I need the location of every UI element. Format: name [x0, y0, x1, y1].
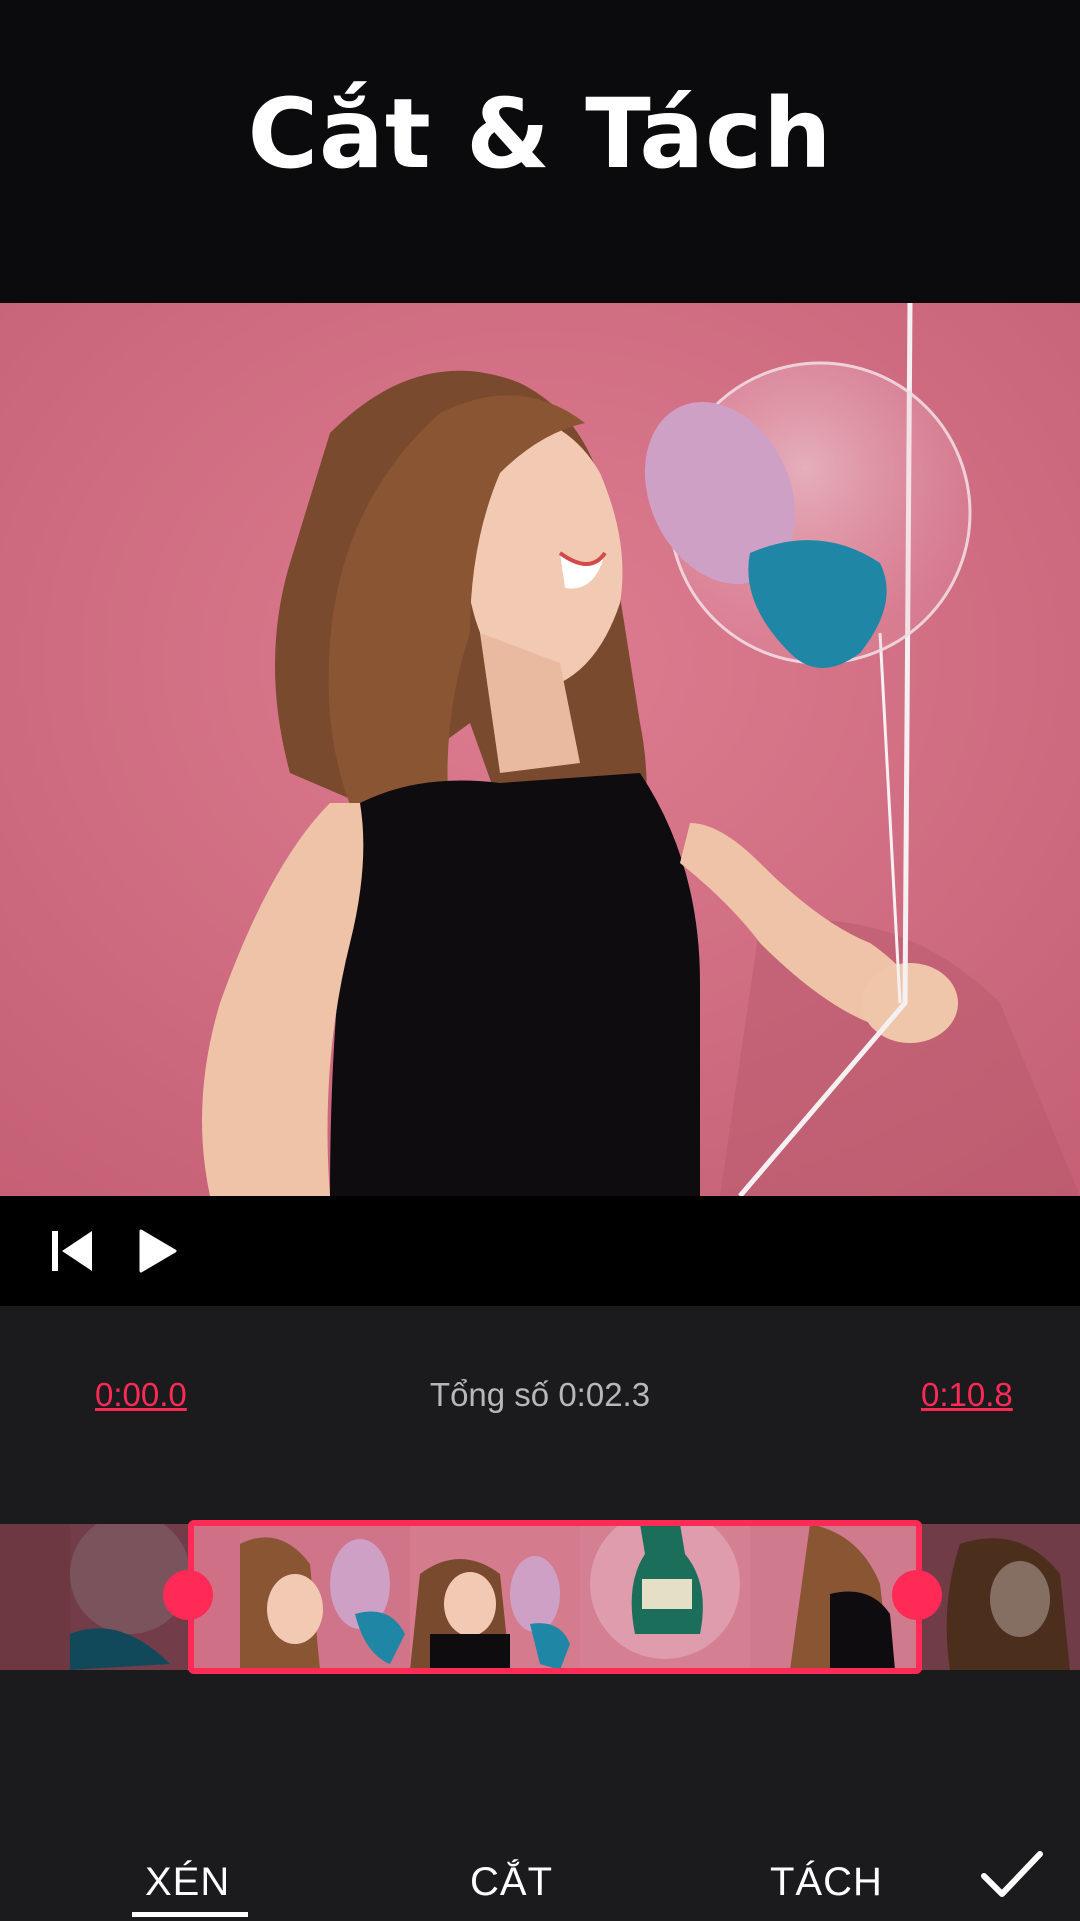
confirm-button[interactable]	[980, 1848, 1050, 1908]
mode-tabs: XÉN CẮT TÁCH	[0, 1826, 1080, 1921]
trim-end-handle[interactable]	[892, 1570, 942, 1620]
trim-editor-panel: 0:00.0 Tổng số 0:02.3 0:10.8 XÉN CẮT TÁC…	[0, 1306, 1080, 1921]
playback-controls	[0, 1196, 1080, 1306]
video-frame-image	[0, 303, 1080, 1196]
trim-start-handle[interactable]	[163, 1570, 213, 1620]
trim-end-time[interactable]: 0:10.8	[921, 1376, 1013, 1414]
total-duration: Tổng số 0:02.3	[429, 1376, 651, 1413]
trimmed-out-left	[0, 1524, 188, 1670]
trim-selection-frame[interactable]	[188, 1520, 922, 1674]
play-button[interactable]	[124, 1218, 190, 1284]
check-icon	[981, 1851, 1043, 1897]
title-bar: Cắt & Tách	[0, 0, 1080, 303]
tab-cut[interactable]: CẮT	[470, 1860, 553, 1905]
tab-trim[interactable]: XÉN	[145, 1860, 230, 1905]
trimmed-out-right	[922, 1524, 1080, 1670]
video-preview[interactable]	[0, 303, 1080, 1196]
tab-split[interactable]: TÁCH	[770, 1860, 883, 1905]
skip-to-start-button[interactable]	[40, 1218, 106, 1284]
tab-selected-indicator	[132, 1912, 248, 1917]
skip-to-start-icon	[52, 1231, 92, 1271]
play-icon	[139, 1229, 177, 1273]
page-title: Cắt & Tách	[247, 78, 833, 190]
